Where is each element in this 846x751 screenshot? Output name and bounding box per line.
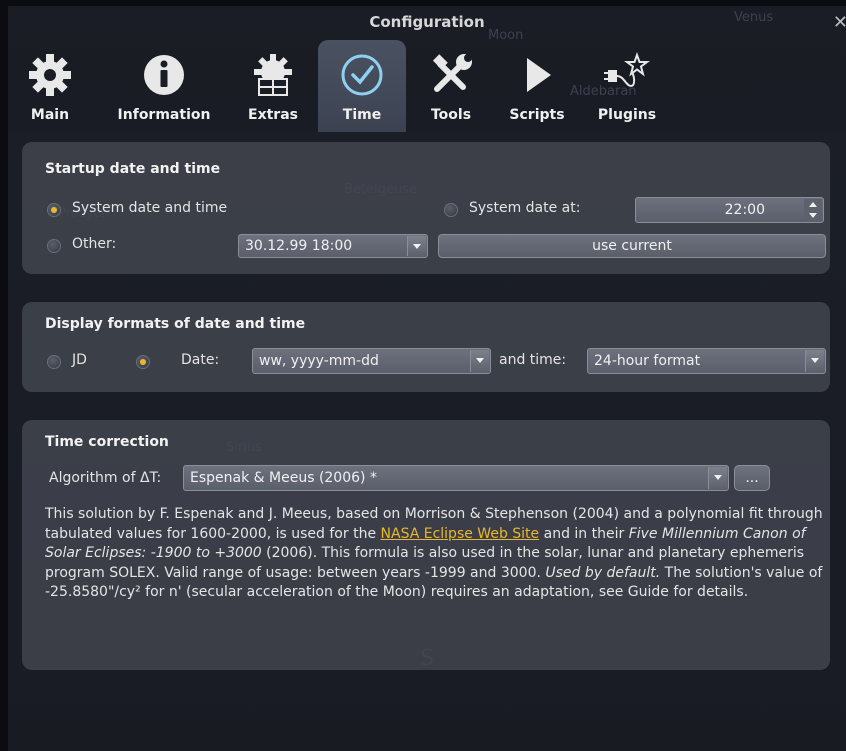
spin-up-icon[interactable] <box>804 199 822 210</box>
time-format-value: 24-hour format <box>594 353 701 369</box>
time-format-combo[interactable]: 24-hour format <box>587 348 826 374</box>
plugin-icon <box>604 52 650 102</box>
other-date-value: 30.12.99 18:00 <box>245 238 353 254</box>
spin-down-icon[interactable] <box>804 210 822 221</box>
tab-scripts-label: Scripts <box>509 107 565 123</box>
tab-time-label: Time <box>342 107 382 123</box>
tab-scripts[interactable]: Scripts <box>498 40 576 132</box>
jd-label: JD <box>72 352 87 368</box>
tab-information-label: Information <box>117 107 211 123</box>
time-format-label: and time: <box>499 352 567 368</box>
desc-part-2: and in their <box>539 525 629 542</box>
chevron-down-icon <box>708 467 727 489</box>
display-formats-title: Display formats of date and time <box>45 316 306 332</box>
chevron-down-icon <box>470 350 489 372</box>
use-current-button[interactable]: use current <box>438 234 826 258</box>
time-correction-title: Time correction <box>45 434 169 450</box>
system-time-value: 22:00 <box>724 202 765 218</box>
time-settings-panel: Startup date and time System date and ti… <box>8 132 846 751</box>
delta-t-description: This solution by F. Espenak and J. Meeus… <box>45 505 827 603</box>
tab-plugins-label: Plugins <box>597 107 657 123</box>
delta-t-label: Algorithm of ΔT: <box>49 470 162 486</box>
date-format-radio[interactable] <box>136 355 150 369</box>
tab-information[interactable]: Information <box>106 40 222 132</box>
startup-group-title: Startup date and time <box>45 161 221 177</box>
tab-main-label: Main <box>30 107 70 123</box>
system-time-spinbox[interactable]: 22:00 <box>635 197 824 223</box>
other-radio[interactable] <box>47 239 61 253</box>
date-format-value: ww, yyyy-mm-dd <box>259 353 379 369</box>
jd-radio[interactable] <box>47 355 61 369</box>
tab-bar: Main Information Extras Time Tools Scrip… <box>8 40 846 132</box>
system-date-at-label: System date at: <box>469 200 581 216</box>
tools-icon <box>428 52 474 102</box>
tab-main[interactable]: Main <box>22 40 78 132</box>
date-format-combo[interactable]: ww, yyyy-mm-dd <box>252 348 491 374</box>
system-date-time-radio[interactable] <box>47 203 61 217</box>
play-icon <box>514 52 560 102</box>
delta-t-more-button[interactable]: ... <box>734 465 770 491</box>
delta-t-algorithm-combo[interactable]: Espenak & Meeus (2006) * <box>183 465 729 491</box>
tab-plugins[interactable]: Plugins <box>586 40 668 132</box>
tab-tools[interactable]: Tools <box>416 40 486 132</box>
delta-t-algorithm-value: Espenak & Meeus (2006) * <box>190 470 377 486</box>
info-icon <box>141 52 187 102</box>
other-label: Other: <box>72 236 117 252</box>
system-date-time-label: System date and time <box>72 200 228 216</box>
clock-icon <box>339 52 385 102</box>
extras-gear-icon <box>250 52 296 102</box>
other-date-combo[interactable]: 30.12.99 18:00 <box>238 234 428 258</box>
chevron-down-icon <box>407 236 426 256</box>
startup-group: Startup date and time System date and ti… <box>22 142 830 274</box>
title-bar[interactable]: Configuration ✕ <box>8 6 846 40</box>
window-title: Configuration <box>369 13 485 31</box>
chevron-down-icon <box>805 350 824 372</box>
date-format-label: Date: <box>181 352 220 368</box>
configuration-window: Venus Moon Aldebaran Betelgeuse Procyon … <box>8 6 846 751</box>
display-formats-group: Display formats of date and time JD Date… <box>22 302 830 392</box>
desc-used-by-default: Used by default. <box>545 564 661 581</box>
close-icon[interactable]: ✕ <box>833 12 846 33</box>
time-correction-group: Time correction Algorithm of ΔT: Espenak… <box>22 420 830 670</box>
tab-extras-label: Extras <box>248 107 298 123</box>
tab-extras[interactable]: Extras <box>238 40 308 132</box>
tab-time[interactable]: Time <box>318 40 406 132</box>
system-date-at-radio[interactable] <box>444 203 458 217</box>
tab-tools-label: Tools <box>430 107 472 123</box>
nasa-eclipse-link[interactable]: NASA Eclipse Web Site <box>381 526 540 542</box>
gear-icon <box>27 52 73 102</box>
